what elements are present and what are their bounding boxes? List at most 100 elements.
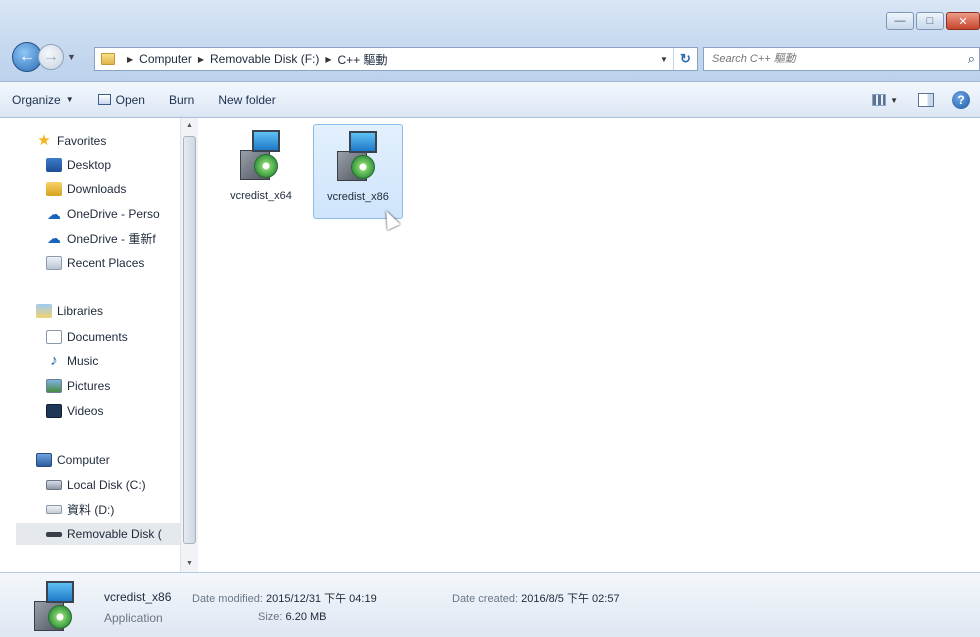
nav-item-pictures[interactable]: Pictures <box>46 375 110 397</box>
nav-item-recent-places[interactable]: Recent Places <box>46 252 144 274</box>
chevron-down-icon[interactable]: ▼ <box>890 96 898 105</box>
organize-button[interactable]: Organize ▼ <box>0 87 86 113</box>
preview-pane-icon[interactable] <box>918 93 934 107</box>
scroll-down-icon[interactable]: ▼ <box>181 556 198 572</box>
burn-label: Burn <box>168 92 195 107</box>
nav-computer[interactable]: Computer <box>36 449 110 471</box>
nav-libraries[interactable]: Libraries <box>36 300 103 322</box>
search-box: ⌕ <box>703 47 980 71</box>
nav-item-label: Pictures <box>67 379 111 393</box>
breadcrumb-removable-disk[interactable]: Removable Disk (F:) <box>210 52 319 66</box>
nav-item-onedrive-2[interactable]: ☁ OneDrive - 重新f <box>46 227 156 249</box>
recent-places-icon <box>46 256 62 270</box>
nav-item-data-d[interactable]: 資料 (D:) <box>46 498 114 520</box>
close-button[interactable]: ✕ <box>946 12 980 30</box>
file-item[interactable]: vcredist_x64 <box>216 124 306 202</box>
navigation-pane: ★ Favorites Desktop Downloads ☁ OneDrive… <box>0 118 198 572</box>
maximize-button[interactable]: □ <box>916 12 944 30</box>
nav-item-videos[interactable]: Videos <box>46 400 103 422</box>
size-label: Size: <box>258 611 283 623</box>
installer-icon <box>335 131 381 185</box>
change-view-icon[interactable] <box>872 94 887 106</box>
nav-item-desktop[interactable]: Desktop <box>46 154 111 176</box>
nav-item-label: Removable Disk ( <box>67 527 162 541</box>
chevron-down-icon[interactable]: ▼ <box>655 55 673 64</box>
nav-item-label: OneDrive - 重新f <box>67 231 156 246</box>
nav-libraries-label: Libraries <box>57 304 104 318</box>
title-bar: — □ ✕ ← → ▼ ▶ Computer ▶ Removable Disk … <box>0 0 980 82</box>
scrollbar-thumb[interactable] <box>183 136 196 544</box>
desktop-icon <box>46 158 62 172</box>
chevron-right-icon[interactable]: ▶ <box>325 55 331 64</box>
nav-item-label: Documents <box>67 330 128 344</box>
star-icon: ★ <box>37 132 51 149</box>
address-bar-actions: ▼ ↻ <box>655 48 697 70</box>
details-file-type: Application <box>104 611 163 625</box>
burn-button[interactable]: Burn <box>157 87 206 113</box>
nav-item-documents[interactable]: Documents <box>46 326 128 348</box>
nav-item-onedrive-personal[interactable]: ☁ OneDrive - Perso <box>46 203 160 225</box>
chevron-right-icon[interactable]: ▶ <box>127 55 133 64</box>
nav-item-label: Local Disk (C:) <box>67 478 146 492</box>
open-label: Open <box>115 92 145 107</box>
question-icon[interactable]: ? <box>952 91 970 109</box>
magnifier-icon[interactable]: ⌕ <box>968 51 975 67</box>
details-date-modified: Date modified: 2015/12/31 下午 04:19 <box>192 590 377 606</box>
nav-item-downloads[interactable]: Downloads <box>46 178 126 200</box>
chevron-right-icon[interactable]: ▶ <box>198 55 204 64</box>
nav-item-label: Recent Places <box>67 256 145 270</box>
minimize-button[interactable]: — <box>886 12 914 30</box>
nav-pane-scrollbar[interactable]: ▲ ▼ <box>180 118 198 572</box>
file-list: vcredist_x64 vcredist_x86 <box>198 118 980 572</box>
nav-item-label: Videos <box>67 404 104 418</box>
file-item-selected[interactable]: vcredist_x86 <box>313 124 403 219</box>
nav-item-label: OneDrive - Perso <box>67 207 160 221</box>
nav-item-label: Downloads <box>67 182 127 196</box>
installer-icon <box>238 130 284 184</box>
nav-item-label: Music <box>67 354 99 368</box>
nav-item-local-disk-c[interactable]: Local Disk (C:) <box>46 474 146 496</box>
nav-computer-label: Computer <box>57 453 110 467</box>
scroll-up-icon[interactable]: ▲ <box>181 118 198 134</box>
open-button[interactable]: Open <box>86 87 157 113</box>
open-window-icon <box>97 94 111 105</box>
folder-icon <box>101 53 115 65</box>
address-bar[interactable]: ▶ Computer ▶ Removable Disk (F:) ▶ C++ 驅… <box>94 47 698 71</box>
new-folder-button[interactable]: New folder <box>206 87 287 113</box>
nav-item-label: Desktop <box>67 158 112 172</box>
breadcrumb-computer[interactable]: Computer <box>139 52 192 66</box>
downloads-folder-icon <box>46 182 62 196</box>
command-bar-right: ▼ ? <box>862 82 980 118</box>
videos-icon <box>46 404 62 418</box>
details-size: Size: 6.20 MB <box>258 611 327 623</box>
forward-arrow-icon[interactable]: → <box>38 44 64 70</box>
recent-pages-dropdown-icon[interactable]: ▼ <box>67 52 76 62</box>
onedrive-cloud-icon: ☁ <box>47 206 61 222</box>
removable-disk-icon <box>46 531 62 537</box>
breadcrumb-current-folder[interactable]: C++ 驅動 <box>338 51 388 68</box>
navigation-buttons: ← → ▼ <box>12 42 76 72</box>
command-bar: Organize ▼ Open Burn New folder ▼ ? <box>0 82 980 118</box>
libraries-icon <box>36 304 52 318</box>
nav-item-removable-disk[interactable]: Removable Disk ( <box>16 523 180 545</box>
nav-favorites[interactable]: ★ Favorites <box>36 130 106 152</box>
window-controls: — □ ✕ <box>886 12 980 30</box>
installer-icon <box>32 581 78 635</box>
date-modified-label: Date modified: <box>192 593 263 605</box>
date-created-label: Date created: <box>452 593 519 605</box>
nav-item-label: 資料 (D:) <box>67 502 115 517</box>
drive-icon <box>46 504 62 514</box>
nav-favorites-label: Favorites <box>57 134 107 148</box>
search-input[interactable] <box>704 48 944 70</box>
documents-icon <box>46 330 62 344</box>
pictures-icon <box>46 379 62 393</box>
size-value: 6.20 MB <box>285 611 327 623</box>
file-name: vcredist_x64 <box>230 190 292 202</box>
nav-item-music[interactable]: ♪ Music <box>46 350 98 372</box>
organize-label: Organize <box>12 92 61 107</box>
computer-icon <box>36 453 52 467</box>
refresh-icon[interactable]: ↻ <box>673 48 697 70</box>
onedrive-cloud-icon: ☁ <box>47 230 61 246</box>
music-note-icon: ♪ <box>50 352 58 369</box>
breadcrumb: ▶ Computer ▶ Removable Disk (F:) ▶ C++ 驅… <box>121 51 388 68</box>
